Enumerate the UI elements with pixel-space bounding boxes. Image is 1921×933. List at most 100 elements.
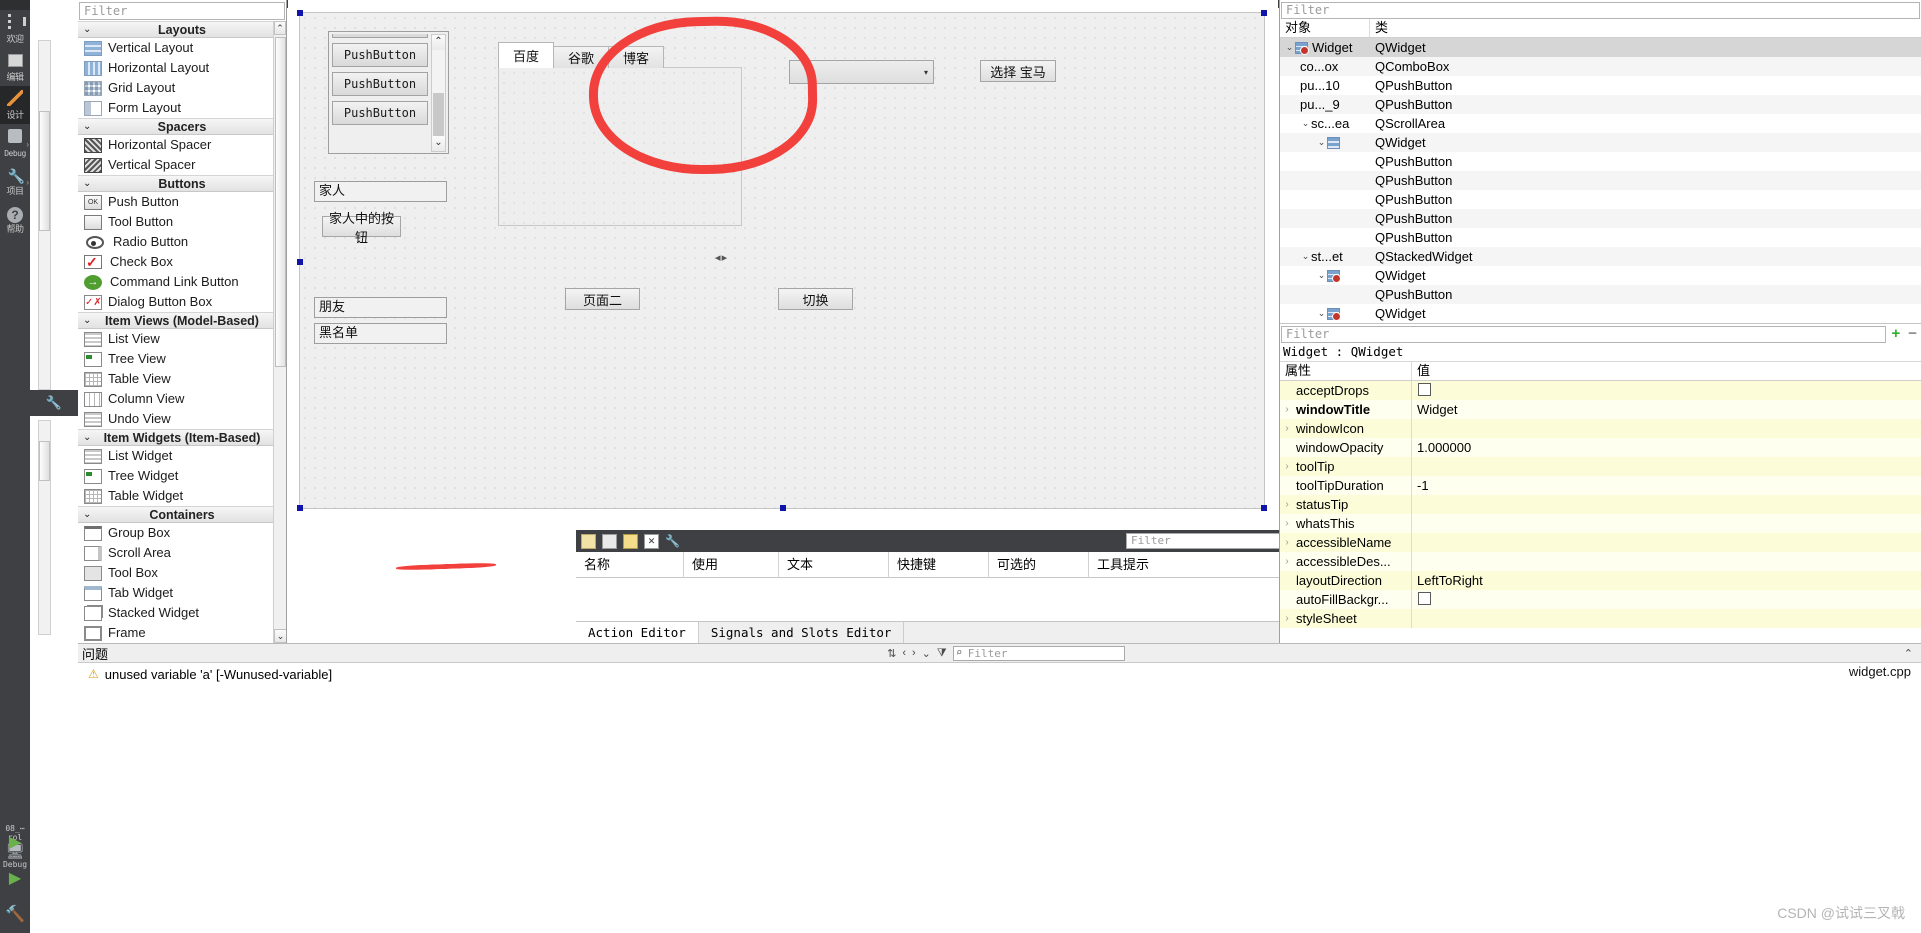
- widget-box-scroll-thumb[interactable]: [275, 37, 286, 367]
- copy-icon[interactable]: [602, 533, 617, 549]
- scroll-down-icon[interactable]: ⌄: [274, 629, 286, 643]
- selection-handle-bl[interactable]: [297, 505, 303, 511]
- tab-strip[interactable]: 百度 谷歌 博客: [498, 42, 742, 68]
- object-row[interactable]: QPushButton: [1280, 228, 1921, 247]
- form-widget[interactable]: PushButtonPushButtonPushButtonPushButton…: [297, 10, 1267, 511]
- property-row[interactable]: › styleSheet: [1280, 609, 1921, 628]
- select-bmw-button[interactable]: 选择 宝马: [980, 60, 1056, 82]
- chevron-right-icon[interactable]: ›: [1280, 423, 1294, 434]
- scroll-down-icon[interactable]: ⌄: [432, 136, 445, 151]
- prev-issue-icon[interactable]: ‹: [902, 647, 906, 659]
- selection-handle-tr[interactable]: [1261, 10, 1267, 16]
- scroll-area-widget[interactable]: PushButtonPushButtonPushButtonPushButton…: [328, 31, 449, 154]
- scroll-up-icon[interactable]: ⌃: [274, 21, 286, 35]
- funnel-icon[interactable]: ⧩: [937, 647, 947, 660]
- widget-category-layouts[interactable]: ⌄ Layouts: [78, 21, 286, 38]
- widget-category-item-widgets-item-based[interactable]: ⌄ Item Widgets (Item-Based): [78, 429, 286, 446]
- chevron-down-icon[interactable]: ⌄: [1316, 270, 1327, 281]
- chevron-right-icon[interactable]: ›: [1280, 461, 1294, 472]
- widget-item-dialog-button-box[interactable]: ✓✗ Dialog Button Box: [78, 292, 286, 312]
- remove-property-icon[interactable]: −: [1904, 325, 1921, 342]
- property-row[interactable]: › whatsThis: [1280, 514, 1921, 533]
- property-row[interactable]: layoutDirection LeftToRight: [1280, 571, 1921, 590]
- widget-box-scrollbar[interactable]: ⌃ ⌄: [273, 21, 286, 643]
- scroll-area-push-button[interactable]: PushButton: [332, 72, 428, 96]
- canvas-tab-谷歌[interactable]: 谷歌: [553, 46, 610, 68]
- left-scrollbar-bottom-thumb[interactable]: [39, 441, 50, 481]
- splitter-handle[interactable]: ◂ ▸: [715, 251, 727, 264]
- property-value-cell[interactable]: [1412, 382, 1921, 399]
- chevron-right-icon[interactable]: ›: [1280, 537, 1294, 548]
- widget-category-containers[interactable]: ⌄ Containers: [78, 506, 286, 523]
- action-column-3[interactable]: 快捷键: [889, 551, 989, 578]
- mode-item-Debug[interactable]: Debug ›: [0, 124, 30, 162]
- scroll-area-push-button[interactable]: PushButton: [332, 43, 428, 67]
- friend-line-edit[interactable]: 朋友: [314, 297, 447, 318]
- widget-box-list[interactable]: ⌄ Layouts Vertical Layout Horizontal Layout…: [78, 21, 286, 643]
- canvas-tab-博客[interactable]: 博客: [608, 46, 665, 68]
- action-column-0[interactable]: 名称: [576, 551, 684, 578]
- object-row[interactable]: QPushButton: [1280, 190, 1921, 209]
- property-row[interactable]: › accessibleName: [1280, 533, 1921, 552]
- edit-icon[interactable]: [623, 533, 638, 549]
- property-row[interactable]: › statusTip: [1280, 495, 1921, 514]
- widget-item-radio-button[interactable]: Radio Button: [78, 232, 286, 252]
- selection-handle-bm[interactable]: [780, 505, 786, 511]
- mode-item-项目[interactable]: 🔧 项目 ›: [0, 162, 30, 200]
- widget-box-filter-input[interactable]: Filter: [79, 2, 285, 20]
- chevron-right-icon[interactable]: ›: [1280, 556, 1294, 567]
- chevron-down-icon[interactable]: ⌄: [1316, 308, 1327, 319]
- object-row[interactable]: ⌄ QWidget: [1280, 133, 1921, 152]
- combo-box[interactable]: ▾: [789, 60, 934, 84]
- property-value-cell[interactable]: 1.000000: [1412, 440, 1921, 455]
- property-row[interactable]: autoFillBackgr...: [1280, 590, 1921, 609]
- object-row[interactable]: ⌄ Widget QWidget: [1280, 38, 1921, 57]
- property-row[interactable]: › accessibleDes...: [1280, 552, 1921, 571]
- object-row[interactable]: pu...10 QPushButton: [1280, 76, 1921, 95]
- property-row[interactable]: › windowIcon: [1280, 419, 1921, 438]
- object-row[interactable]: ⌄ QWidget: [1280, 304, 1921, 323]
- widget-item-tree-widget[interactable]: Tree Widget: [78, 466, 286, 486]
- widget-category-spacers[interactable]: ⌄ Spacers: [78, 118, 286, 135]
- issues-filter-input[interactable]: Filter: [952, 645, 1125, 661]
- widget-item-tool-box[interactable]: Tool Box: [78, 563, 286, 583]
- widget-item-check-box[interactable]: Check Box: [78, 252, 286, 272]
- widget-item-group-box[interactable]: Group Box: [78, 523, 286, 543]
- chevron-down-icon[interactable]: ⌄: [1300, 251, 1311, 262]
- property-editor-filter-input[interactable]: Filter: [1281, 326, 1887, 343]
- selection-handle-ml[interactable]: [297, 259, 303, 265]
- property-value-cell[interactable]: [1412, 591, 1921, 608]
- object-row[interactable]: QPushButton: [1280, 209, 1921, 228]
- collapse-pane-icon[interactable]: ⌃: [1904, 647, 1913, 660]
- settings-icon[interactable]: 🔧: [665, 534, 680, 548]
- form-canvas[interactable]: PushButtonPushButtonPushButtonPushButton…: [292, 4, 1274, 522]
- action-column-5[interactable]: 工具提示: [1089, 551, 1289, 578]
- blacklist-line-edit[interactable]: 黑名单: [314, 323, 447, 344]
- scroll-area-push-button[interactable]: PushButton: [332, 101, 428, 125]
- selection-handle-tl[interactable]: [297, 10, 303, 16]
- chevron-down-icon[interactable]: ⌄: [1284, 42, 1295, 53]
- property-row[interactable]: toolTipDuration -1: [1280, 476, 1921, 495]
- widget-item-vertical-layout[interactable]: Vertical Layout: [78, 38, 286, 58]
- chevron-right-icon[interactable]: ›: [1280, 499, 1294, 510]
- left-scrollbar-bottom[interactable]: [38, 420, 51, 635]
- object-row[interactable]: co...ox QComboBox: [1280, 57, 1921, 76]
- issue-list-item[interactable]: ⚠ unused variable 'a' [-Wunused-variable…: [78, 663, 1921, 685]
- property-value-cell[interactable]: Widget: [1412, 402, 1921, 417]
- widget-item-command-link-button[interactable]: → Command Link Button: [78, 272, 286, 292]
- chevron-right-icon[interactable]: ›: [1280, 518, 1294, 529]
- widget-item-undo-view[interactable]: Undo View: [78, 409, 286, 429]
- widget-item-tree-view[interactable]: Tree View: [78, 349, 286, 369]
- mode-item-帮助[interactable]: ? 帮助: [0, 200, 30, 238]
- filter-list-icon[interactable]: ⇅: [887, 647, 896, 660]
- family-inner-button[interactable]: 家人中的按钮: [322, 211, 401, 245]
- object-row[interactable]: pu..._9 QPushButton: [1280, 95, 1921, 114]
- widget-item-horizontal-spacer[interactable]: Horizontal Spacer: [78, 135, 286, 155]
- scroll-area-scrollbar[interactable]: ⌃ ⌄: [431, 34, 446, 152]
- left-scrollbar-top[interactable]: [38, 40, 51, 390]
- object-row[interactable]: QPushButton: [1280, 171, 1921, 190]
- object-row[interactable]: ⌄ QWidget: [1280, 266, 1921, 285]
- next-issue-icon[interactable]: ›: [912, 647, 916, 659]
- widget-item-vertical-spacer[interactable]: Vertical Spacer: [78, 155, 286, 175]
- widget-item-list-view[interactable]: List View: [78, 329, 286, 349]
